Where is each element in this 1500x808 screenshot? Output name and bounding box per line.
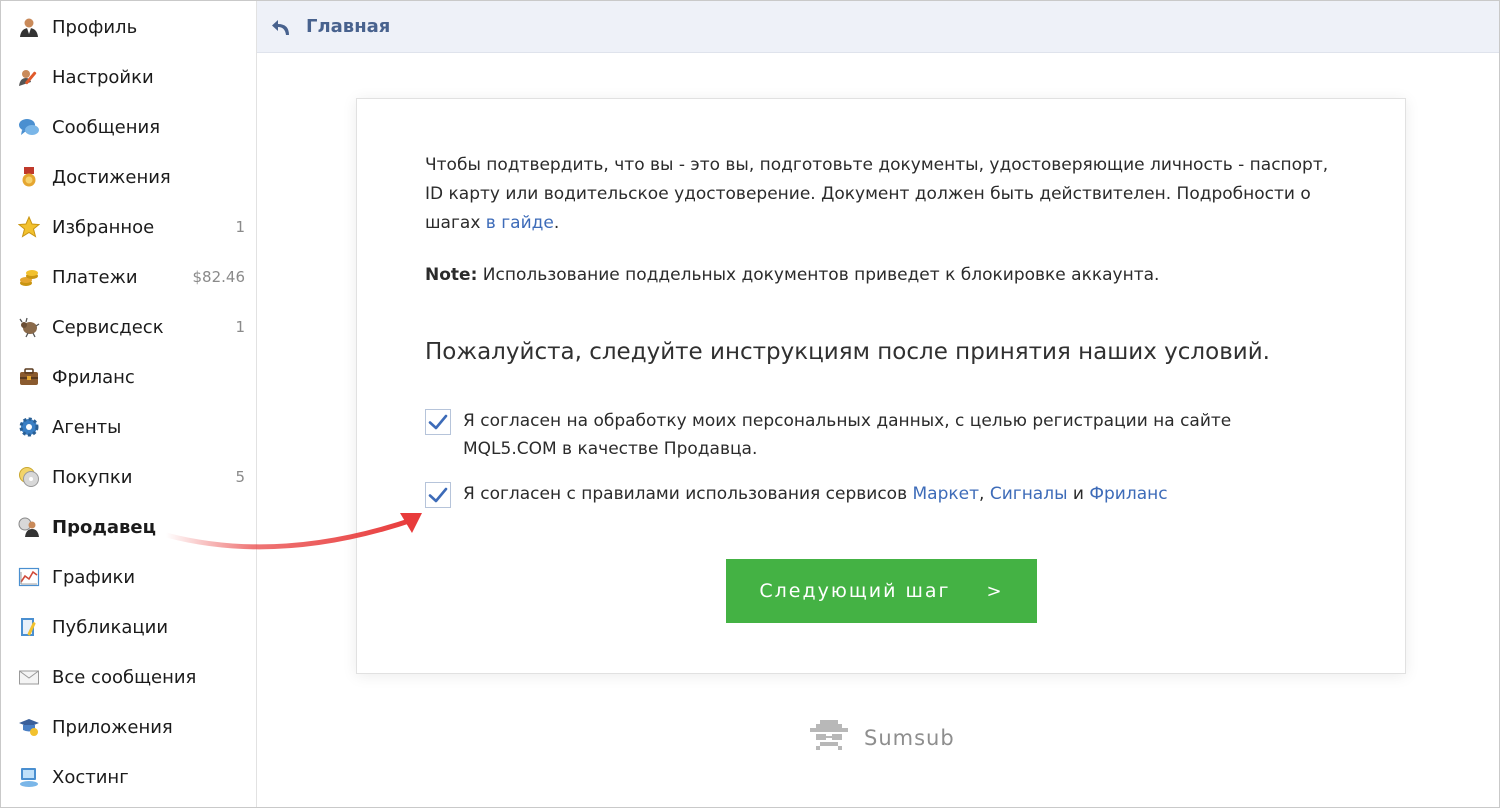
sidebar-item-settings[interactable]: Настройки <box>1 52 256 102</box>
verification-card: Чтобы подтвердить, что вы - это вы, подг… <box>356 98 1406 674</box>
sidebar-item-label: Достижения <box>52 166 171 188</box>
sidebar-item-label: Хостинг <box>52 766 129 788</box>
gear-icon <box>17 415 41 439</box>
sidebar-item-all-messages[interactable]: Все сообщения <box>1 652 256 702</box>
servicedesk-count: 1 <box>235 318 245 336</box>
sidebar-item-favorites[interactable]: Избранное 1 <box>1 202 256 252</box>
seller-icon <box>17 515 41 539</box>
sidebar-item-label: Настройки <box>52 66 154 88</box>
sidebar-item-purchases[interactable]: Покупки 5 <box>1 452 256 502</box>
checkmark-icon <box>428 487 448 503</box>
intro-text: Чтобы подтвердить, что вы - это вы, подг… <box>425 155 1329 233</box>
purchases-count: 5 <box>235 468 245 486</box>
freelance-link[interactable]: Фриланс <box>1089 484 1167 504</box>
sidebar-item-label: Покупки <box>52 466 133 488</box>
next-step-button[interactable]: Следующий шаг > <box>726 559 1037 623</box>
consent-personal-data-checkbox[interactable] <box>425 409 451 435</box>
sidebar-item-label: Фриланс <box>52 366 135 388</box>
balance-amount: $82.46 <box>192 268 246 286</box>
next-step-label: Следующий шаг <box>759 580 951 602</box>
note-paragraph: Note: Использование поддельных документо… <box>425 261 1345 290</box>
sidebar-item-applications[interactable]: Приложения <box>1 702 256 752</box>
medal-icon <box>17 165 41 189</box>
chart-icon <box>17 565 41 589</box>
sidebar-item-freelance[interactable]: Фриланс <box>1 352 256 402</box>
header-bar: Главная <box>257 1 1499 53</box>
user-icon <box>17 15 41 39</box>
bug-icon <box>17 315 41 339</box>
sidebar-item-label: Сообщения <box>52 116 161 138</box>
sidebar-item-label: Сервисдеск <box>52 316 164 338</box>
sidebar-item-payments[interactable]: Платежи $82.46 <box>1 252 256 302</box>
guide-link[interactable]: в гайде <box>486 213 554 233</box>
sidebar-item-label: Все сообщения <box>52 666 197 688</box>
intro-paragraph: Чтобы подтвердить, что вы - это вы, подг… <box>425 151 1345 238</box>
intro-end: . <box>553 213 560 233</box>
favorites-count: 1 <box>235 218 245 236</box>
sidebar-item-label: Продавец <box>52 516 156 538</box>
consent-row-terms: Я согласен с правилами использования сер… <box>425 482 1323 508</box>
instructions-heading: Пожалуйста, следуйте инструкциям после п… <box>425 339 1270 365</box>
sidebar-item-label: Профиль <box>52 16 138 38</box>
sumsub-branding: Sumsub <box>806 718 955 758</box>
consent-personal-data-label: Я согласен на обработку моих персональны… <box>463 411 1232 459</box>
note-label: Note: <box>425 265 478 285</box>
sidebar: Профиль Настройки Сообщения Достижения И… <box>1 1 257 807</box>
consent-row-personal-data: Я согласен на обработку моих персональны… <box>425 409 1323 463</box>
apps-icon <box>17 715 41 739</box>
signals-link[interactable]: Сигналы <box>990 484 1068 504</box>
sidebar-item-agents[interactable]: Агенты <box>1 402 256 452</box>
coins-icon <box>17 265 41 289</box>
chevron-right-icon: > <box>986 580 1004 602</box>
sidebar-item-label: Приложения <box>52 716 173 738</box>
messages-icon <box>17 115 41 139</box>
consent-terms-prefix: Я согласен с правилами использования сер… <box>463 484 913 504</box>
sidebar-item-achievements[interactable]: Достижения <box>1 152 256 202</box>
sidebar-item-label: Графики <box>52 566 136 588</box>
annotation-arrow-icon <box>163 513 422 550</box>
sidebar-item-label: Агенты <box>52 416 122 438</box>
sidebar-item-label: Публикации <box>52 616 169 638</box>
note-text: Использование поддельных документов прив… <box>477 265 1160 285</box>
sumsub-logo-icon <box>806 718 852 758</box>
sidebar-item-label: Платежи <box>52 266 138 288</box>
star-icon <box>17 215 41 239</box>
back-arrow-icon[interactable] <box>269 15 293 39</box>
sidebar-item-servicedesk[interactable]: Сервисдеск 1 <box>1 302 256 352</box>
consent-terms-and: и <box>1067 484 1090 504</box>
sidebar-item-hosting[interactable]: Хостинг <box>1 752 256 802</box>
sidebar-item-messages[interactable]: Сообщения <box>1 102 256 152</box>
consent-terms-label: Я согласен с правилами использования сер… <box>463 480 1323 508</box>
publication-icon <box>17 615 41 639</box>
hosting-icon <box>17 765 41 789</box>
breadcrumb-home[interactable]: Главная <box>306 16 390 37</box>
envelope-icon <box>17 665 41 689</box>
briefcase-icon <box>17 365 41 389</box>
checkmark-icon <box>428 414 448 430</box>
sidebar-item-publications[interactable]: Публикации <box>1 602 256 652</box>
sumsub-brand-name: Sumsub <box>864 726 955 750</box>
sidebar-item-profile[interactable]: Профиль <box>1 2 256 52</box>
consent-terms-sep: , <box>979 484 990 504</box>
sidebar-item-label: Избранное <box>52 216 155 238</box>
disc-icon <box>17 465 41 489</box>
settings-icon <box>17 65 41 89</box>
market-link[interactable]: Маркет <box>913 484 980 504</box>
